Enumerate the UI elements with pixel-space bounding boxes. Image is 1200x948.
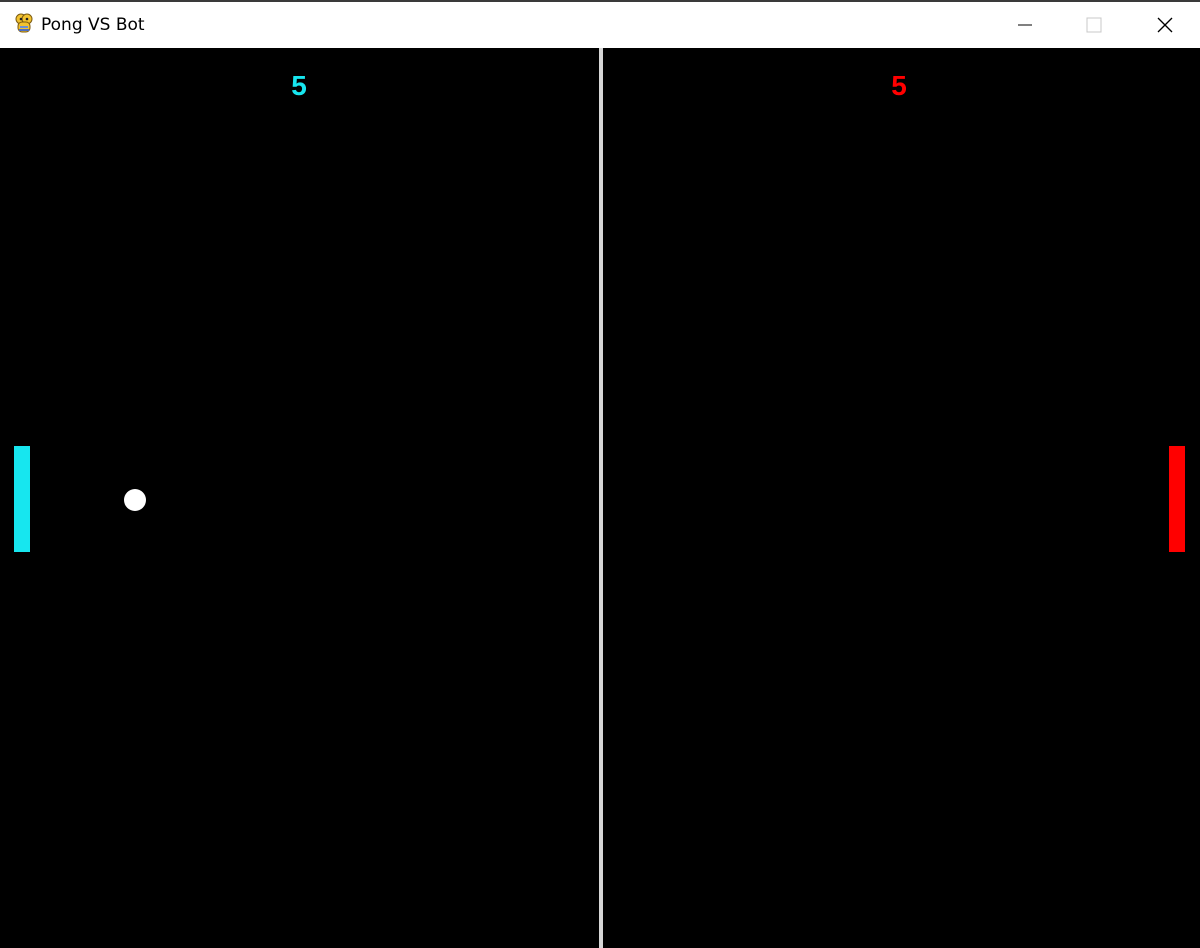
center-divider xyxy=(599,48,603,948)
player-score: 5 xyxy=(291,70,307,101)
minimize-button[interactable] xyxy=(1002,2,1048,48)
pygame-snake-icon xyxy=(15,13,33,33)
minimize-icon xyxy=(1018,24,1032,26)
maximize-icon xyxy=(1086,17,1102,33)
title-bar[interactable]: Pong VS Bot xyxy=(0,2,1200,48)
close-button[interactable] xyxy=(1142,2,1188,48)
window-title: Pong VS Bot xyxy=(41,15,145,35)
game-window: Pong VS Bot 5 5 xyxy=(0,0,1200,948)
game-canvas[interactable]: 5 5 xyxy=(0,48,1200,948)
ball xyxy=(124,489,146,511)
maximize-button[interactable] xyxy=(1071,2,1117,48)
bot-paddle xyxy=(1169,446,1185,552)
close-icon xyxy=(1157,17,1173,33)
player-paddle xyxy=(14,446,30,552)
bot-score: 5 xyxy=(891,70,907,101)
